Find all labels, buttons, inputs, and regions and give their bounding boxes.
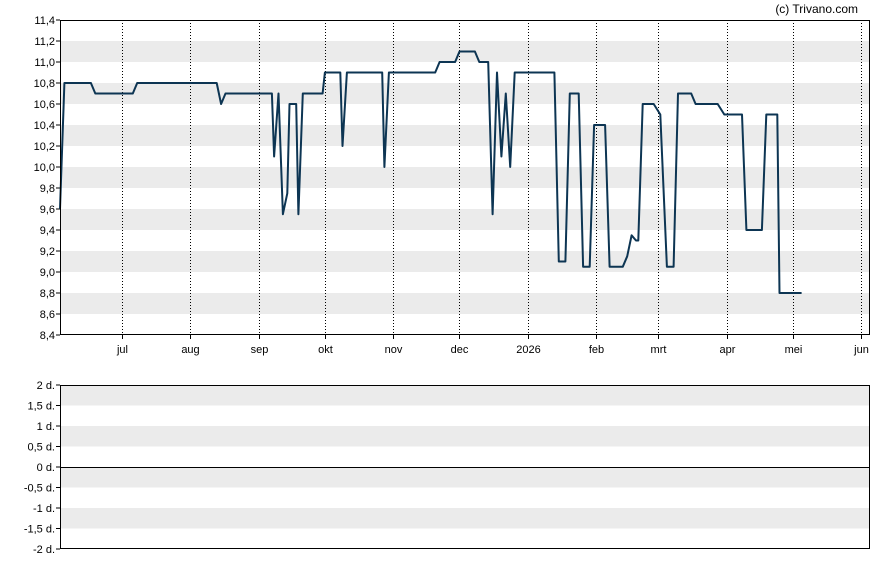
- price-chart-band: [60, 125, 870, 146]
- y-tick-label: 9,6: [40, 204, 55, 216]
- y-tick-label: 9,4: [40, 225, 55, 237]
- y-tick-label: 10,4: [34, 120, 55, 132]
- y-tick-label: 9,2: [40, 246, 55, 258]
- x-tick-label: 2026: [516, 344, 540, 356]
- price-chart-band: [60, 293, 870, 314]
- y-tick-label: 2 d.: [37, 380, 55, 392]
- price-chart-band: [60, 83, 870, 104]
- price-chart: 8,4 8,6 8,8 9,0 9,2 9,4 9,6 9,8 10,0 10,2 10,4 10,6…: [34, 15, 870, 356]
- secondary-chart-band: [60, 385, 870, 406]
- y-tick-label: 8,4: [40, 330, 55, 342]
- y-tick-label: 10,0: [34, 162, 55, 174]
- y-tick-label: 11,2: [34, 36, 55, 48]
- x-tick-label: okt: [318, 344, 333, 356]
- y-tick-label: 1,5 d.: [27, 401, 55, 413]
- x-tick-label: jun: [853, 344, 869, 356]
- y-tick-label: 10,8: [34, 78, 55, 90]
- x-tick-label: apr: [720, 344, 736, 356]
- x-tick-label: jul: [116, 344, 128, 356]
- x-tick-label: aug: [181, 344, 199, 356]
- y-tick-label: 8,6: [40, 309, 55, 321]
- x-tick-label: mrt: [651, 344, 667, 356]
- x-tick-label: feb: [589, 344, 604, 356]
- price-chart-band: [60, 251, 870, 272]
- y-tick-label: 10,6: [34, 99, 55, 111]
- chart-canvas: (c) Trivano.com 8,4 8,6 8,8 9,0 9,2 9,4 9,6 9,8…: [24, 2, 870, 556]
- y-tick-label: 9,8: [40, 183, 55, 195]
- secondary-chart-bands: [60, 385, 870, 529]
- secondary-chart-band: [60, 508, 870, 529]
- y-tick-label: 8,8: [40, 288, 55, 300]
- y-tick-label: 9,0: [40, 267, 55, 279]
- y-tick-label: -1,5 d.: [24, 524, 55, 536]
- y-tick-label: -1 d.: [33, 503, 55, 515]
- chart-credit: (c) Trivano.com: [775, 2, 858, 16]
- y-tick-label: 11,0: [34, 57, 55, 69]
- y-tick-label: -0,5 d.: [24, 483, 55, 495]
- y-tick-label: 11,4: [34, 15, 55, 27]
- secondary-chart-y-axis: -2 d. -1,5 d. -1 d. -0,5 d. 0 d. 0,5 d. 1 d. 1,…: [24, 380, 60, 556]
- secondary-chart-band: [60, 426, 870, 447]
- price-chart-x-axis: jul aug sep okt nov dec 2026 feb mrt apr mei jun: [116, 335, 869, 356]
- y-tick-label: -2 d.: [33, 544, 55, 556]
- price-chart-band: [60, 167, 870, 188]
- y-tick-label: 10,2: [34, 141, 55, 153]
- y-tick-label: 1 d.: [37, 421, 55, 433]
- x-tick-label: dec: [451, 344, 469, 356]
- price-chart-bands: [60, 41, 870, 314]
- secondary-chart: -2 d. -1,5 d. -1 d. -0,5 d. 0 d. 0,5 d. 1 d. 1,…: [24, 380, 870, 556]
- x-tick-label: nov: [385, 344, 403, 356]
- y-tick-label: 0,5 d.: [27, 442, 55, 454]
- price-chart-band: [60, 209, 870, 230]
- y-tick-label: 0 d.: [37, 462, 55, 474]
- x-tick-label: mei: [785, 344, 803, 356]
- price-chart-y-axis: 8,4 8,6 8,8 9,0 9,2 9,4 9,6 9,8 10,0 10,2 10,4 10,6…: [34, 15, 60, 342]
- x-tick-label: sep: [251, 344, 269, 356]
- secondary-chart-band: [60, 467, 870, 488]
